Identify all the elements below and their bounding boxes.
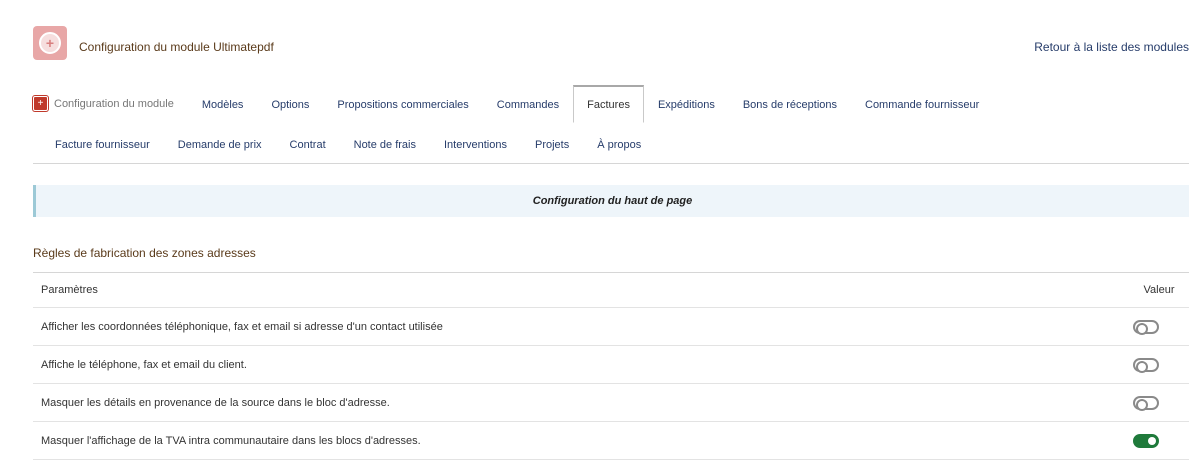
parameter-label: Masquer les détails en provenance de la …: [41, 396, 390, 409]
column-header-valeur: Valeur: [1143, 284, 1175, 296]
module-logo-icon: +: [33, 26, 67, 60]
tab-options[interactable]: Options: [257, 99, 323, 122]
toggle-knob: [1136, 360, 1148, 373]
table-row: Masquer l'affichage de la TVA intra comm…: [33, 422, 1189, 460]
back-to-modules-link[interactable]: Retour à la liste des modules: [1034, 40, 1189, 54]
tab-demande-prix[interactable]: Demande de prix: [164, 139, 276, 162]
toggle-switch[interactable]: [1133, 433, 1159, 448]
tab-configuration-module[interactable]: + Configuration du module: [33, 96, 188, 122]
toggle-knob: [1136, 322, 1148, 335]
section-title: Règles de fabrication des zones adresses: [33, 246, 256, 260]
toggle-switch[interactable]: [1133, 357, 1159, 373]
table-row: Affiche le téléphone, fax et email du cl…: [33, 346, 1189, 384]
tab-interventions[interactable]: Interventions: [430, 139, 521, 162]
toggle-switch[interactable]: [1133, 319, 1159, 335]
section-banner: Configuration du haut de page: [33, 185, 1189, 217]
tab-projets[interactable]: Projets: [521, 139, 583, 162]
tab-expeditions[interactable]: Expéditions: [644, 99, 729, 122]
page-header: + Configuration du module Ultimatepdf Re…: [33, 26, 1189, 66]
page-title: Configuration du module Ultimatepdf: [79, 40, 274, 54]
toggle-knob: [1136, 398, 1148, 411]
parameters-table: Paramètres Valeur Afficher les coordonné…: [33, 272, 1189, 460]
column-header-parametres: Paramètres: [41, 284, 98, 296]
tabs-row-1: + Configuration du module Modèles Option…: [33, 82, 1189, 123]
tabs-divider: [33, 163, 1189, 164]
tab-modeles[interactable]: Modèles: [188, 99, 258, 122]
table-row: Afficher les coordonnées téléphonique, f…: [33, 308, 1189, 346]
tab-a-propos[interactable]: À propos: [583, 139, 655, 162]
tab-bons-receptions[interactable]: Bons de réceptions: [729, 99, 851, 122]
parameter-label: Afficher les coordonnées téléphonique, f…: [41, 320, 443, 333]
tabs-row-2: Facture fournisseur Demande de prix Cont…: [33, 128, 1189, 162]
tab-facture-fournisseur[interactable]: Facture fournisseur: [33, 139, 164, 162]
module-config-icon: +: [33, 96, 48, 111]
tab-propositions-commerciales[interactable]: Propositions commerciales: [323, 99, 482, 122]
parameter-label: Masquer l'affichage de la TVA intra comm…: [41, 434, 421, 447]
tab-commande-fournisseur[interactable]: Commande fournisseur: [851, 99, 993, 122]
tab-label: Configuration du module: [54, 97, 174, 110]
tab-note-frais[interactable]: Note de frais: [340, 139, 430, 162]
table-header-row: Paramètres Valeur: [33, 273, 1189, 308]
toggle-switch[interactable]: [1133, 395, 1159, 411]
tab-commandes[interactable]: Commandes: [483, 99, 573, 122]
table-row: Masquer les détails en provenance de la …: [33, 384, 1189, 422]
tab-factures[interactable]: Factures: [573, 85, 644, 123]
parameter-label: Affiche le téléphone, fax et email du cl…: [41, 358, 247, 371]
toggle-knob: [1148, 436, 1156, 445]
tab-contrat[interactable]: Contrat: [276, 139, 340, 162]
